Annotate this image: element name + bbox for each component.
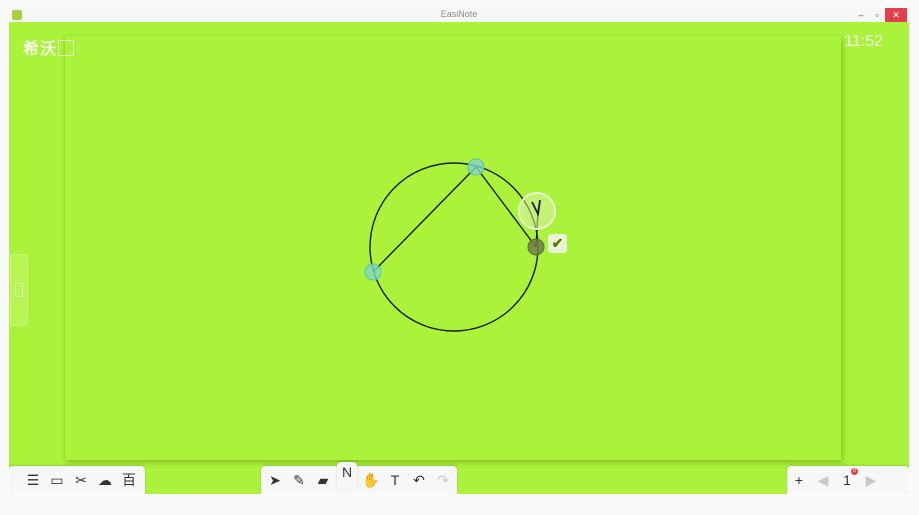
page-badge: 0 (851, 468, 858, 475)
roaming-icon[interactable]: ✋ (361, 470, 381, 490)
select-icon[interactable]: ➤ (265, 470, 285, 490)
tools-icon[interactable]: ✂ (71, 470, 91, 490)
add-page-icon[interactable]: + (789, 470, 809, 490)
window-title: EasiNote (440, 9, 478, 19)
shape-icon[interactable]: N (337, 462, 357, 488)
redo-icon[interactable]: ↷ (433, 470, 453, 490)
desktop-icon[interactable]: ▭ (47, 470, 67, 490)
maximize-button[interactable]: ▫ (869, 8, 885, 22)
close-button[interactable]: ✕ (885, 8, 907, 22)
confirm-check-icon[interactable]: ✔ (548, 234, 567, 253)
prev-page-icon[interactable]: ◀ (813, 470, 833, 490)
circle-shape[interactable] (369, 162, 539, 332)
toolbar-left: ☰ ▭ ✂ ☁ 百 (9, 466, 145, 494)
control-point-top[interactable] (467, 158, 485, 176)
menu-icon[interactable]: ☰ (23, 470, 43, 490)
eraser-icon[interactable]: ▰ (313, 470, 333, 490)
toolbar-right: + ◀ 1 0 ▶ (787, 466, 909, 494)
text-icon[interactable]: T (385, 470, 405, 490)
undo-icon[interactable]: ↶ (409, 470, 429, 490)
pen-icon[interactable]: ✎ (289, 470, 309, 490)
control-point-right[interactable] (527, 238, 545, 256)
page-count-icon[interactable]: 10 (837, 468, 858, 490)
control-point-left[interactable] (364, 263, 382, 281)
geometry-drawing[interactable] (9, 22, 909, 494)
whiteboard-canvas[interactable]: 希沃 11:52 ✔ ☰ ▭ ✂ ☁ 百 ➤ ✎ ▰ N ✋ T ↶ ↷ + ◀ 1 0 ▶ (9, 22, 909, 494)
minimize-button[interactable]: – (853, 8, 869, 22)
app-window: EasiNote – ▫ ✕ 希沃 11:52 ✔ ☰ ▭ ✂ ☁ 百 ➤ ✎ ▰ N ✋ T ↶ ↷… (0, 0, 919, 515)
toolbar-center: ➤ ✎ ▰ N ✋ T ↶ ↷ (261, 462, 457, 494)
next-page-icon[interactable]: ▶ (861, 470, 881, 490)
cloud-icon[interactable]: ☁ (95, 470, 115, 490)
lesson-icon[interactable]: 百 (119, 470, 139, 490)
chord-left[interactable] (372, 166, 477, 273)
title-bar: EasiNote – ▫ ✕ (9, 8, 909, 23)
